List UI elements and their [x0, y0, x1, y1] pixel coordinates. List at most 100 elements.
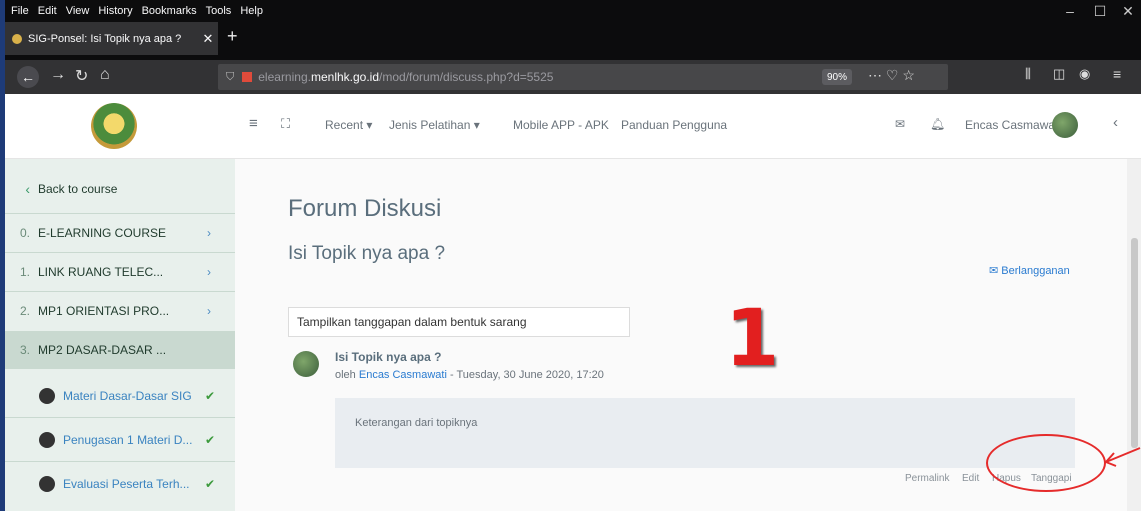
- section-label: E-LEARNING COURSE: [38, 226, 167, 240]
- checkmark-icon: ✔: [205, 389, 216, 403]
- author-avatar[interactable]: [293, 351, 319, 377]
- permalink-link[interactable]: Permalink: [905, 473, 949, 484]
- section-item-2[interactable]: 2. MP1 ORIENTASI PRO... ›: [5, 292, 235, 330]
- chevron-left-icon: ‹: [25, 181, 30, 197]
- menu-tools[interactable]: Tools: [206, 5, 232, 17]
- back-icon[interactable]: ←: [17, 66, 39, 88]
- account-icon[interactable]: ◉: [1079, 66, 1090, 82]
- url-bar[interactable]: ⛉ elearning. menlhk.go.id/mod/forum/discu…: [218, 64, 948, 90]
- nav-drawer-icon[interactable]: ≡: [249, 115, 258, 132]
- chevron-right-icon: ›: [207, 226, 211, 240]
- nav-bar: ← → ↻ ⌂ ⛉ elearning. menlhk.go.id/mod/for…: [5, 60, 1141, 94]
- section-number: 2.: [19, 304, 30, 318]
- post-subject: Isi Topik nya apa ?: [335, 350, 442, 364]
- site-header: ≡ ⛶ Recent ▾ Jenis Pelatihan ▾ Mobile AP…: [5, 94, 1141, 159]
- back-to-course[interactable]: ‹ Back to course: [5, 170, 235, 208]
- page-actions-icon[interactable]: ⋯ ♡ ☆: [868, 67, 915, 84]
- post-body-text: Keterangan dari topiknya: [355, 417, 478, 429]
- home-icon[interactable]: ⌂: [100, 66, 110, 84]
- site-logo[interactable]: [91, 103, 137, 149]
- subscribe-link[interactable]: ✉ Berlangganan: [989, 264, 1070, 277]
- browser-window: File Edit View History Bookmarks Tools H…: [5, 0, 1141, 511]
- shield-icon: ⛉: [226, 70, 235, 83]
- post-meta: oleh Encas Casmawati - Tuesday, 30 June …: [335, 369, 604, 381]
- user-name[interactable]: Encas Casmawati: [965, 118, 1061, 132]
- user-avatar[interactable]: [1052, 112, 1078, 138]
- activity-label: Evaluasi Peserta Terh...: [63, 477, 190, 491]
- activity-item-0[interactable]: Materi Dasar-Dasar SIG ✔: [5, 377, 235, 415]
- page-title: Forum Diskusi: [288, 195, 442, 222]
- zoom-level[interactable]: 90%: [822, 69, 852, 85]
- annotation-ellipse: [986, 434, 1106, 492]
- post-by: oleh: [335, 369, 356, 381]
- display-mode-select[interactable]: Tampilkan tanggapan dalam bentuk sarang: [288, 307, 630, 337]
- new-tab-button[interactable]: +: [227, 26, 238, 47]
- url-prefix: elearning.: [258, 70, 311, 84]
- checkmark-icon: ✔: [205, 477, 216, 491]
- section-number: 0.: [19, 226, 30, 240]
- fullscreen-icon[interactable]: ⛶: [281, 116, 290, 132]
- menu-view[interactable]: View: [66, 5, 90, 17]
- lock-warning-icon: [242, 72, 253, 82]
- scrollbar-thumb[interactable]: [1131, 238, 1138, 448]
- menu-bar: File Edit View History Bookmarks Tools H…: [5, 0, 1141, 22]
- menu-history[interactable]: History: [98, 5, 132, 17]
- chevron-right-icon: ›: [207, 265, 211, 279]
- url-path: /mod/forum/discuss.php?d=5525: [379, 70, 554, 84]
- discussion-title: Isi Topik nya apa ?: [288, 243, 446, 264]
- url-domain: menlhk.go.id: [310, 70, 380, 84]
- notification-bell-icon[interactable]: 🔔︎: [930, 117, 945, 131]
- subscribe-label: Berlangganan: [1001, 265, 1070, 277]
- browser-tab[interactable]: SIG-Ponsel: Isi Topik nya apa ? ✕: [5, 22, 218, 55]
- nav-mobile-app[interactable]: Mobile APP - APK: [513, 118, 609, 132]
- section-item-0[interactable]: 0. E-LEARNING COURSE ›: [5, 214, 235, 252]
- chevron-right-icon: ›: [207, 304, 211, 318]
- feedback-icon: [39, 476, 55, 492]
- menu-file[interactable]: File: [11, 5, 29, 17]
- nav-jenis-pelatihan[interactable]: Jenis Pelatihan ▾: [389, 118, 480, 132]
- menu-bookmarks[interactable]: Bookmarks: [142, 5, 197, 17]
- post-date: - Tuesday, 30 June 2020, 17:20: [446, 369, 604, 381]
- sidebar-toggle-icon[interactable]: ◫: [1053, 66, 1065, 82]
- menu-edit[interactable]: Edit: [38, 5, 57, 17]
- edit-link[interactable]: Edit: [962, 473, 979, 484]
- activity-item-2[interactable]: Evaluasi Peserta Terh... ✔: [5, 465, 235, 503]
- minimize-icon[interactable]: –: [1055, 0, 1085, 22]
- favicon-icon: [12, 33, 22, 44]
- close-window-icon[interactable]: ✕: [1113, 0, 1141, 22]
- hamburger-menu-icon[interactable]: ≡: [1113, 66, 1121, 82]
- section-label: MP1 ORIENTASI PRO...: [38, 304, 170, 318]
- divider: [5, 461, 235, 462]
- tab-close-icon[interactable]: ✕: [198, 31, 218, 47]
- envelope-icon: ✉: [989, 265, 1002, 277]
- back-to-course-label: Back to course: [38, 182, 118, 196]
- nav-recent[interactable]: Recent ▾: [325, 118, 372, 132]
- activity-label: Penugasan 1 Materi D...: [63, 433, 193, 447]
- library-icon[interactable]: ⫼: [1025, 66, 1031, 82]
- post-body: Keterangan dari topiknya: [335, 398, 1075, 468]
- section-label: LINK RUANG TELEC...: [38, 265, 164, 279]
- post-author-link[interactable]: Encas Casmawati: [359, 369, 447, 381]
- divider: [5, 417, 235, 418]
- tab-title: SIG-Ponsel: Isi Topik nya apa ?: [28, 32, 182, 45]
- file-icon: [39, 388, 55, 404]
- annotation-step-number: 1: [725, 294, 780, 384]
- menu-help[interactable]: Help: [240, 5, 263, 17]
- forward-icon[interactable]: →: [50, 66, 66, 84]
- section-item-3[interactable]: 3. MP2 DASAR-DASAR ...: [5, 331, 235, 369]
- section-label: MP2 DASAR-DASAR ...: [38, 343, 167, 357]
- tab-bar: SIG-Ponsel: Isi Topik nya apa ? ✕ +: [5, 22, 1141, 60]
- annotation-arrow-icon: [1104, 447, 1141, 467]
- section-item-1[interactable]: 1. LINK RUANG TELEC... ›: [5, 253, 235, 291]
- messages-icon[interactable]: ✉: [895, 117, 905, 131]
- maximize-icon[interactable]: ☐: [1085, 0, 1115, 22]
- activity-label: Materi Dasar-Dasar SIG: [63, 389, 192, 403]
- nav-panduan[interactable]: Panduan Pengguna: [621, 118, 727, 132]
- section-number: 1.: [19, 265, 30, 279]
- section-number: 3.: [19, 343, 30, 357]
- reload-icon[interactable]: ↻: [75, 66, 88, 86]
- collapse-chevron-icon[interactable]: ‹: [1113, 114, 1118, 131]
- assignment-icon: [39, 432, 55, 448]
- course-sidebar: ‹ Back to course 0. E-LEARNING COURSE › …: [5, 159, 235, 511]
- activity-item-1[interactable]: Penugasan 1 Materi D... ✔: [5, 421, 235, 459]
